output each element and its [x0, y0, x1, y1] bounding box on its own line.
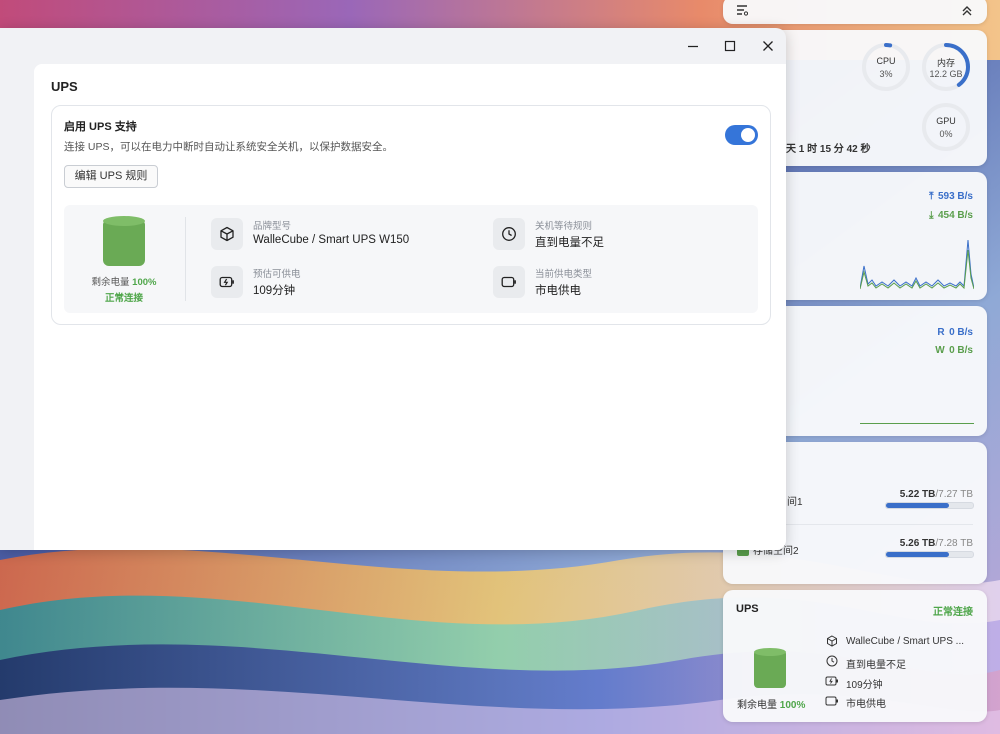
uptime-text: 天 1 时 15 分 42 秒 — [786, 144, 871, 155]
brand-value: WalleCube / Smart UPS W150 — [253, 234, 410, 246]
gpu-value: 0% — [939, 129, 953, 139]
cpu-label: CPU — [876, 56, 896, 66]
upload-rate: 593 B/s — [937, 191, 973, 202]
ups-widget-status: 正常连接 — [933, 607, 973, 618]
download-arrow-icon: ⤓ — [929, 210, 934, 221]
ups-widget-power-type: 市电供电 — [846, 699, 886, 710]
ups-settings-card: 启用 UPS 支持 连接 UPS，可以在电力中断时自动让系统安全关机，以保护数据… — [51, 105, 771, 325]
collapse-up-icon[interactable] — [961, 4, 973, 16]
write-rate-row: W 0 B/s — [935, 340, 973, 358]
battery-status: 剩余电量 100% 正常连接 — [64, 205, 184, 313]
battery-charging-icon — [825, 676, 838, 686]
toggle-knob — [741, 128, 755, 142]
brand-icon-box — [211, 218, 243, 250]
write-label: W — [935, 345, 945, 356]
enable-ups-title: 启用 UPS 支持 — [64, 121, 137, 133]
ups-widget-battery-label: 剩余电量 — [737, 700, 777, 711]
brand-label: 品牌型号 — [253, 221, 292, 232]
battery-charging-icon — [219, 276, 234, 288]
battery-cylinder-icon — [754, 648, 786, 688]
ups-widget-battery-value: 100% — [779, 700, 806, 711]
clock-icon — [502, 227, 516, 241]
runtime-label: 预估可供电 — [253, 269, 301, 280]
ups-info-panel: 剩余电量 100% 正常连接 品牌型号 WalleCube / Smart UP… — [64, 205, 758, 313]
ups-widget-shutdown-rule: 直到电量不足 — [846, 660, 906, 671]
ups-widget-title: UPS — [736, 603, 759, 615]
maximize-icon[interactable] — [720, 36, 740, 56]
gpu-label: GPU — [936, 116, 956, 126]
ups-widget-model: WalleCube / Smart UPS ... — [846, 636, 964, 647]
read-rate: 0 B/s — [949, 327, 973, 338]
box-icon — [220, 226, 234, 242]
storage-1-usage: 5.22 TB/7.27 TB — [900, 489, 973, 500]
clock-icon — [826, 655, 838, 667]
storage-1-used: 5.22 TB — [899, 489, 936, 500]
ups-settings-window: UPS 启用 UPS 支持 连接 UPS，可以在电力中断时自动让系统安全关机，以… — [0, 28, 786, 550]
enable-ups-description: 连接 UPS，可以在电力中断时自动让系统安全关机，以保护数据安全。 — [64, 141, 394, 153]
download-rate: 454 B/s — [937, 210, 973, 221]
disk-io-chart-baseline — [860, 423, 974, 424]
battery-value: 100% — [132, 277, 157, 288]
main-content: UPS 启用 UPS 支持 连接 UPS，可以在电力中断时自动让系统安全关机，以… — [34, 64, 786, 550]
power-type-label: 当前供电类型 — [535, 269, 593, 280]
read-rate-row: R 0 B/s — [937, 322, 973, 340]
panel-divider — [185, 217, 186, 301]
power-type-icon-box — [493, 266, 525, 298]
storage-2-bar — [885, 551, 974, 558]
network-traffic-chart — [860, 239, 974, 290]
storage-1-total: /7.27 TB — [935, 489, 973, 500]
storage-2-used: 5.26 TB — [899, 538, 936, 549]
runtime-icon-box — [211, 266, 243, 298]
upload-rate-row: ⤒ 593 B/s — [929, 186, 973, 204]
edit-ups-rules-button[interactable]: 编辑 UPS 规则 — [64, 165, 158, 188]
memory-label: 内存 — [936, 58, 955, 68]
memory-gauge: 内存 12.2 GB — [921, 42, 971, 92]
runtime-value: 109分钟 — [253, 285, 296, 297]
battery-icon — [825, 696, 838, 706]
write-rate: 0 B/s — [949, 345, 973, 356]
shutdown-value: 直到电量不足 — [535, 237, 604, 249]
enable-ups-toggle[interactable] — [725, 125, 758, 145]
shutdown-icon-box — [493, 218, 525, 250]
widget-ups[interactable]: UPS 正常连接 剩余电量 100% WalleCube / Smart UPS… — [723, 590, 987, 722]
connection-status: 正常连接 — [104, 293, 143, 304]
filter-menu-icon[interactable] — [736, 4, 748, 16]
upload-arrow-icon: ⤒ — [929, 191, 934, 202]
storage-1-bar — [885, 502, 974, 509]
storage-divider — [763, 524, 973, 525]
gpu-gauge: GPU 0% — [921, 102, 971, 152]
storage-1-name: 间1 — [787, 497, 803, 508]
minimize-icon[interactable] — [683, 36, 703, 56]
storage-2-total: /7.28 TB — [935, 538, 973, 549]
close-icon[interactable] — [758, 36, 778, 56]
window-titlebar[interactable] — [0, 28, 786, 64]
storage-2-usage: 5.26 TB/7.28 TB — [900, 538, 973, 549]
read-label: R — [937, 327, 945, 338]
battery-level-text: 剩余电量 100% — [64, 274, 184, 288]
power-type-value: 市电供电 — [535, 285, 581, 297]
cpu-value: 3% — [879, 69, 893, 79]
box-icon — [827, 635, 837, 647]
shutdown-label: 关机等待规则 — [535, 221, 593, 232]
page-title: UPS — [51, 79, 78, 94]
storage-2-bar-fill — [886, 552, 949, 557]
battery-label: 剩余电量 — [91, 277, 130, 288]
widget-toolbar — [723, 0, 987, 24]
cpu-gauge: CPU 3% — [861, 42, 911, 92]
storage-1-bar-fill — [886, 503, 949, 508]
ups-widget-runtime: 109分钟 — [846, 680, 883, 691]
ups-widget-battery: 剩余电量 100% — [737, 696, 805, 711]
battery-icon — [501, 276, 516, 288]
battery-cylinder-icon — [103, 216, 145, 266]
download-rate-row: ⤓ 454 B/s — [929, 205, 973, 223]
memory-value: 12.2 GB — [929, 69, 963, 79]
